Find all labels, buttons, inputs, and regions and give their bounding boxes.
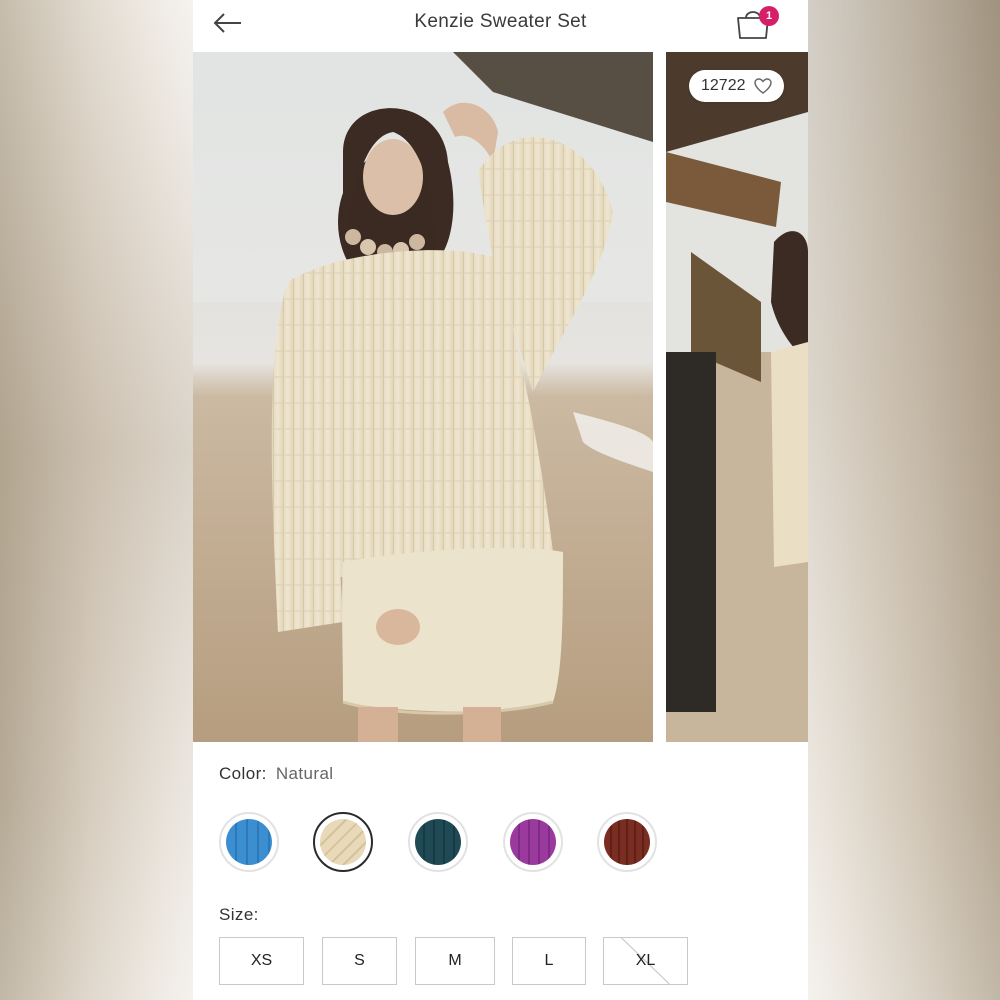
swatch-fill	[415, 819, 461, 865]
size-option-l[interactable]: L	[512, 937, 586, 985]
swatch-fill	[320, 819, 366, 865]
background-blur-left	[0, 0, 193, 1000]
product-gallery: 12722	[193, 52, 808, 742]
size-option-label: L	[544, 952, 554, 969]
product-screen: Kenzie Sweater Set 1 12722 Color: Natura…	[193, 0, 808, 1000]
size-option-label: S	[354, 952, 365, 969]
size-option-label: XL	[635, 952, 656, 969]
swatch-fill	[226, 819, 272, 865]
product-photo-next[interactable]	[666, 52, 808, 742]
size-option-label: M	[448, 952, 462, 969]
swatch-fill	[510, 819, 556, 865]
background-blur-right	[807, 0, 1000, 1000]
size-option-label: XS	[250, 952, 273, 969]
swatch-teal[interactable]	[408, 812, 468, 872]
top-bar: Kenzie Sweater Set 1	[193, 0, 808, 52]
wishlist-button[interactable]: 12722	[689, 70, 784, 102]
like-count: 12722	[701, 77, 746, 94]
heart-outline-icon	[753, 78, 772, 94]
size-options: XS S M L XL	[219, 937, 799, 987]
swatch-fill	[604, 819, 650, 865]
color-label-text: Color:	[219, 764, 267, 783]
model-photo-image	[193, 52, 653, 742]
size-option-s[interactable]: S	[322, 937, 397, 985]
model-photo-image	[666, 52, 808, 742]
size-option-xl-unavailable[interactable]: XL	[603, 937, 688, 985]
swatch-natural[interactable]	[313, 812, 373, 872]
product-photo-main[interactable]	[193, 52, 653, 742]
cart-count-badge: 1	[759, 6, 779, 26]
page-title: Kenzie Sweater Set	[414, 11, 587, 32]
color-label: Color: Natural	[219, 764, 333, 784]
size-option-m[interactable]: M	[415, 937, 495, 985]
swatch-blue[interactable]	[219, 812, 279, 872]
swatch-rust[interactable]	[597, 812, 657, 872]
color-swatches	[219, 812, 779, 876]
size-label: Size:	[219, 905, 259, 924]
selected-color-name: Natural	[275, 764, 334, 783]
swatch-purple[interactable]	[503, 812, 563, 872]
size-option-xs[interactable]: XS	[219, 937, 304, 985]
